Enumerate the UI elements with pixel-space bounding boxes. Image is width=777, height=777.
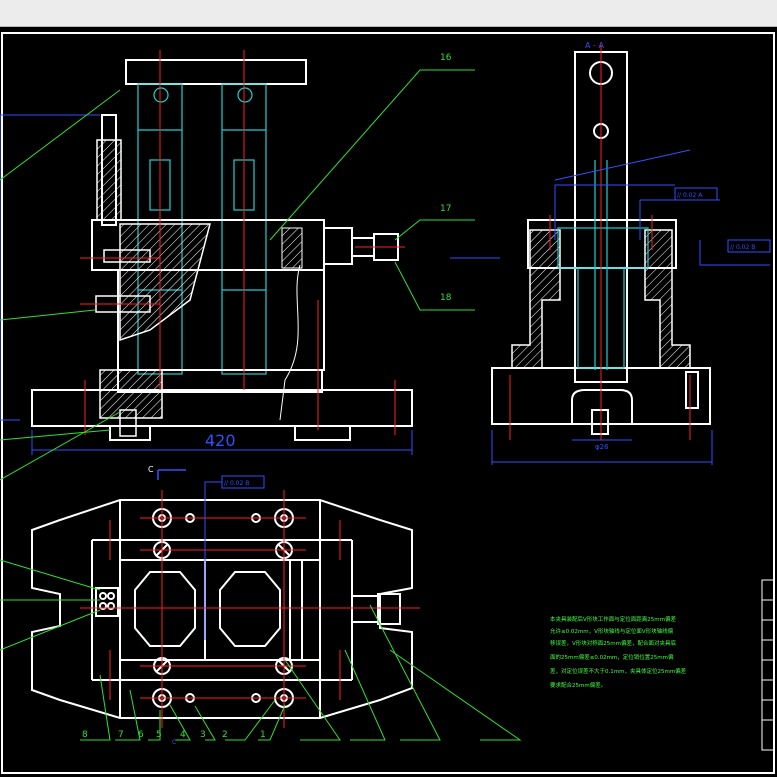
side-tol-frame-b: // 0.02 B [730, 244, 755, 251]
balloon-6: 6 [138, 730, 144, 740]
front-right-hatch [281, 227, 303, 269]
balloon-3: 3 [200, 730, 206, 740]
side-tol-frame-a: // 0.02 A [677, 192, 703, 199]
balloon-18: 18 [440, 293, 452, 303]
balloon-7: 7 [118, 730, 124, 740]
front-leaders [0, 69, 475, 481]
top-center-lines [80, 490, 420, 728]
side-left-hatch [511, 229, 561, 369]
top-view-label: C [148, 465, 154, 474]
top-view-arrow [157, 469, 186, 480]
top-tol-frame: // 0.02 B [224, 480, 249, 487]
front-base-hatch [99, 369, 163, 419]
front-dimension [0, 114, 413, 455]
balloon-8: 8 [82, 730, 88, 740]
tech-line-5: 差，对定位误差不大于0.1mm，夹具体定位25mm偏差 [550, 667, 687, 675]
side-dimension-value: φ26 [595, 443, 609, 451]
balloon-2: 2 [222, 730, 228, 740]
title-block [761, 579, 775, 751]
front-section-hatch [119, 223, 211, 342]
front-dimension-value: 420 [205, 431, 236, 450]
front-break-line [279, 264, 301, 421]
tech-line-6: 要求配合25mm偏差。 [550, 681, 606, 689]
tech-line-3: 移误差，V形块对称面25mm偏差，配合面对夹具底 [550, 639, 676, 647]
top-view: C // 0.02 B 8 7 6 5 4 3 2 1 C [0, 465, 522, 746]
balloon-1: 1 [260, 730, 266, 740]
balloon-4: 4 [180, 730, 186, 740]
tech-line-2: 允许≤0.02mm，V形块轴线与定位面V形块轴线偏 [550, 627, 674, 635]
side-view: A - A φ26 // 0.02 A // 0.02 B [450, 41, 771, 465]
tech-line-1: 本夹具装配后V形块工作面与定位面距离25mm偏差 [550, 615, 676, 623]
cad-drawing-canvas: 420 A - A φ26 // 0.02 A // 0.02 B 16 17 … [0, 32, 775, 774]
side-right-hatch [644, 229, 691, 369]
front-clamp-plate [125, 59, 307, 85]
balloon-17: 17 [440, 204, 451, 214]
side-view-label: A - A [585, 41, 604, 50]
top-view-sub-label: C [172, 739, 176, 746]
top-leaders [0, 559, 522, 741]
balloon-16: 16 [440, 53, 452, 63]
front-left-hatch [96, 139, 122, 221]
front-view: 420 [0, 50, 475, 481]
top-outline [31, 499, 413, 719]
balloon-5: 5 [156, 730, 162, 740]
side-dimensions [450, 149, 771, 465]
side-hidden [557, 160, 649, 370]
tech-line-4: 面的25mm偏差≤0.02mm，定位销位置25mm偏 [550, 653, 674, 661]
tech-requirements-note: 本夹具装配后V形块工作面与定位面距离25mm偏差 允许≤0.02mm，V形块轴线… [550, 615, 687, 689]
